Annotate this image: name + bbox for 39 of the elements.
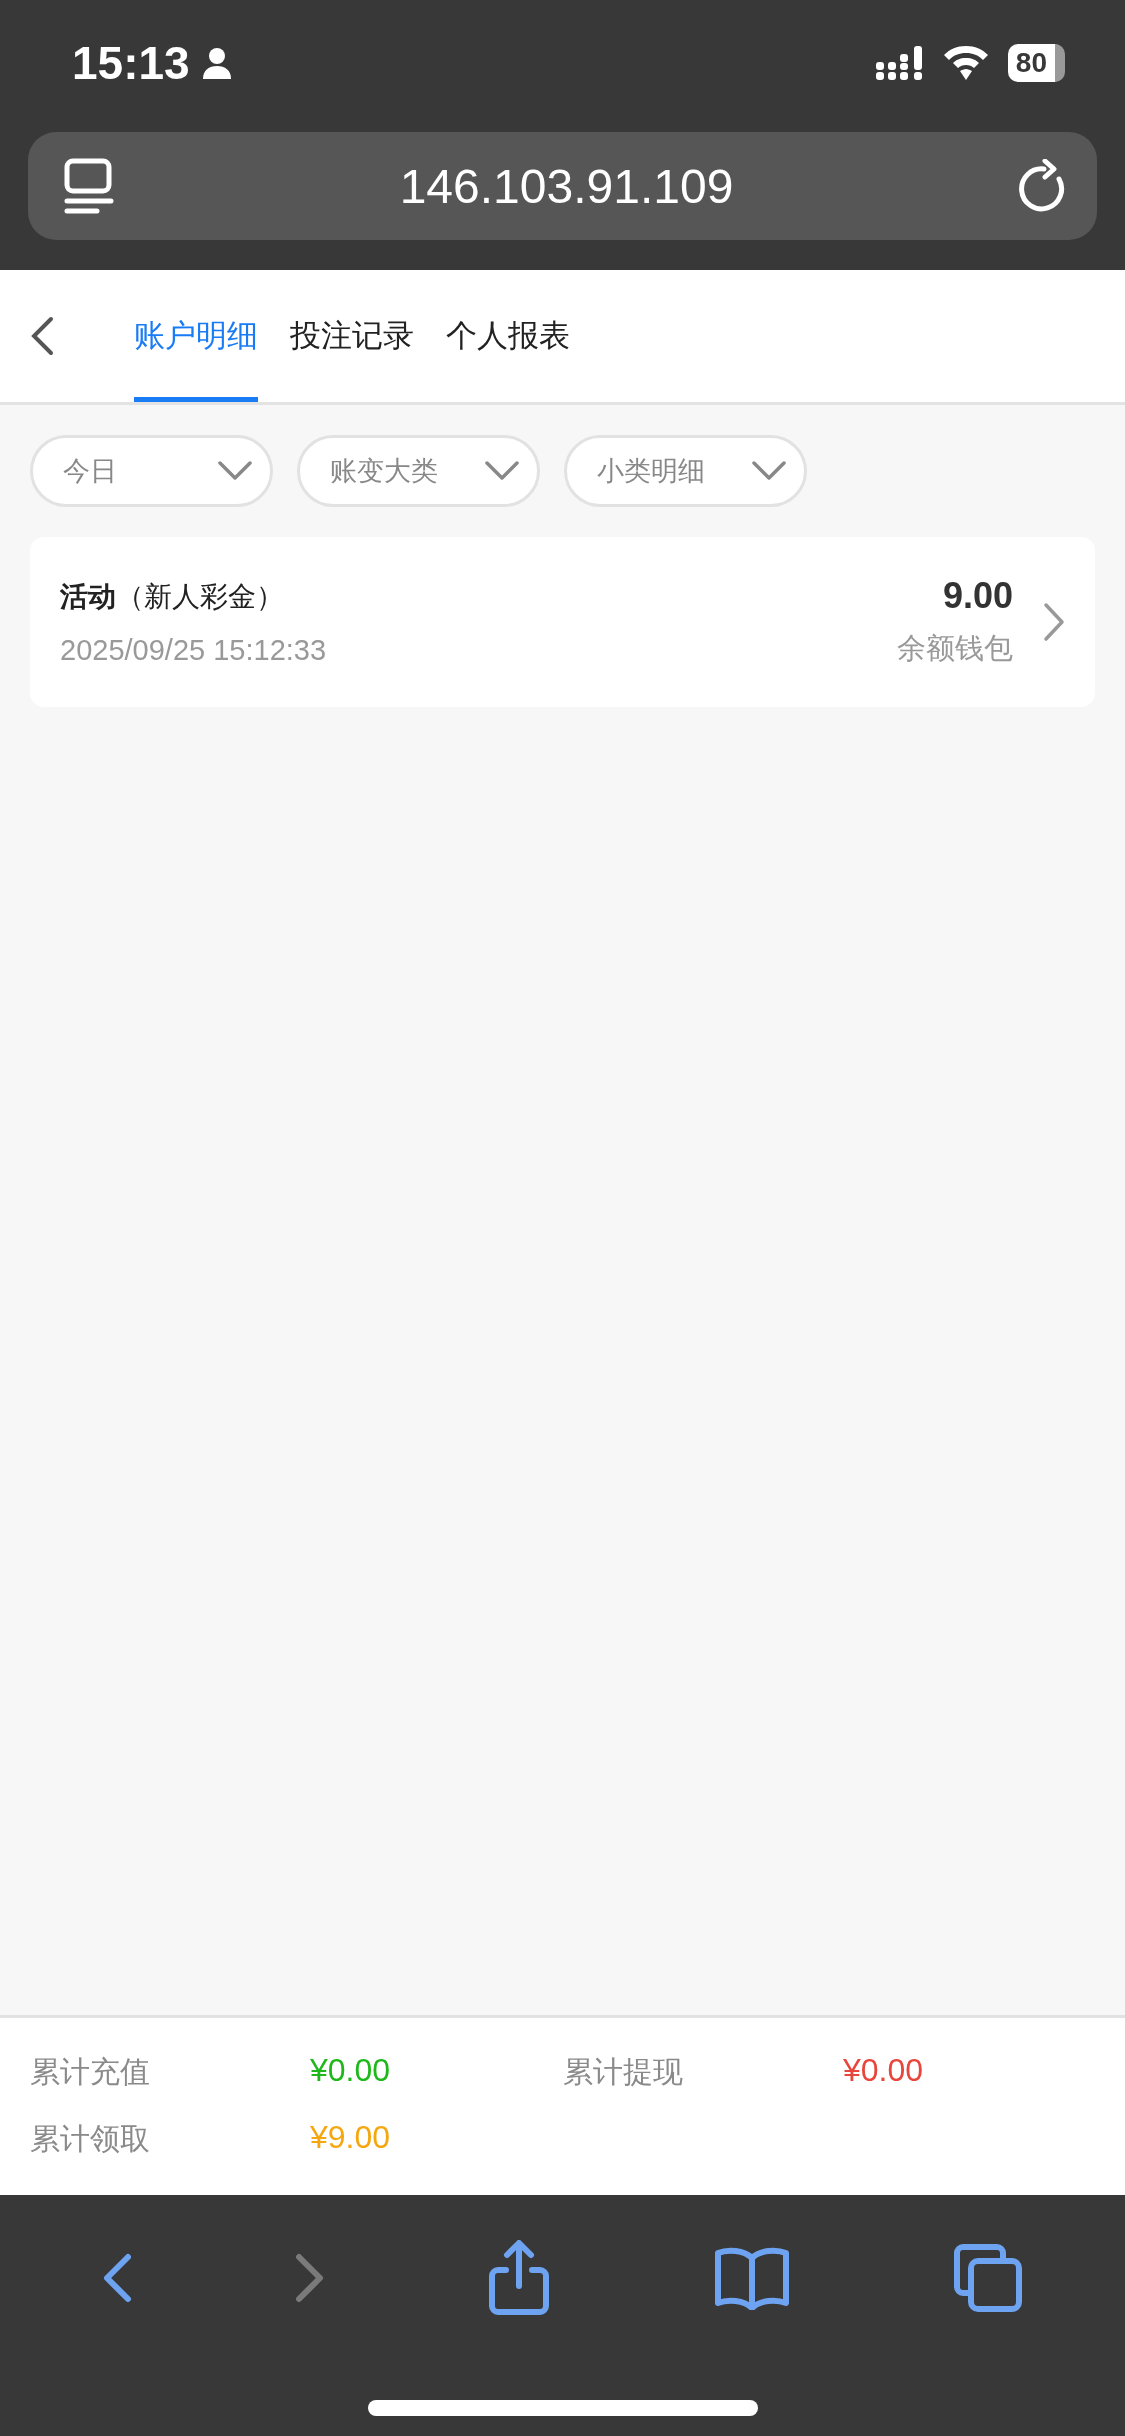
record-time: 2025/09/25 15:12:33 <box>60 633 328 667</box>
toolbar-bookmarks-button[interactable] <box>713 2245 790 2310</box>
battery-level: 80 <box>1007 43 1065 82</box>
toolbar-back-button[interactable] <box>101 2252 132 2303</box>
chevron-down-icon <box>752 461 786 481</box>
wifi-icon <box>943 45 988 80</box>
summary-label: 累计领取 <box>30 2121 151 2157</box>
book-icon <box>713 2245 790 2310</box>
back-icon <box>101 2252 132 2303</box>
tab[interactable]: 投注记录 <box>290 270 414 402</box>
page-menu-icon[interactable] <box>64 158 114 214</box>
address-bar[interactable]: 146.103.91.109 <box>28 132 1097 240</box>
forward-icon <box>295 2252 326 2303</box>
signal-icon <box>875 45 924 80</box>
record-amount: 9.00 <box>942 575 1013 617</box>
back-icon <box>30 316 54 356</box>
toolbar-tabs-button[interactable] <box>953 2242 1024 2313</box>
tabs-icon <box>953 2242 1024 2313</box>
chevron-down-icon <box>485 461 519 481</box>
filter-dropdown[interactable]: 小类明细 <box>564 435 807 507</box>
chevron-down-icon <box>218 461 252 481</box>
status-time: 15:13 <box>72 35 190 90</box>
address-text: 146.103.91.109 <box>399 158 734 214</box>
record-title: 活动（新人彩金） <box>60 579 285 614</box>
filter-dropdown[interactable]: 今日 <box>30 435 273 507</box>
share-icon <box>488 2239 551 2316</box>
wallet-name: 余额钱包 <box>897 631 1013 666</box>
record-card[interactable]: 活动（新人彩金） 2025/09/25 15:12:33 9.00 余额钱包 <box>30 537 1095 707</box>
chevron-right-icon <box>1043 602 1065 642</box>
summary-value: ¥9.00 <box>310 2119 392 2157</box>
tab[interactable]: 账户明细 <box>134 270 258 402</box>
toolbar-share-button[interactable] <box>488 2239 551 2316</box>
summary-value: ¥0.00 <box>310 2052 392 2090</box>
filter-dropdown[interactable]: 账变大类 <box>297 435 540 507</box>
summary-value: ¥0.00 <box>843 2052 925 2090</box>
summary-label: 累计充值 <box>30 2054 151 2090</box>
summary-label: 累计提现 <box>563 2054 684 2090</box>
person-icon <box>201 46 232 79</box>
tab[interactable]: 个人报表 <box>446 270 570 402</box>
